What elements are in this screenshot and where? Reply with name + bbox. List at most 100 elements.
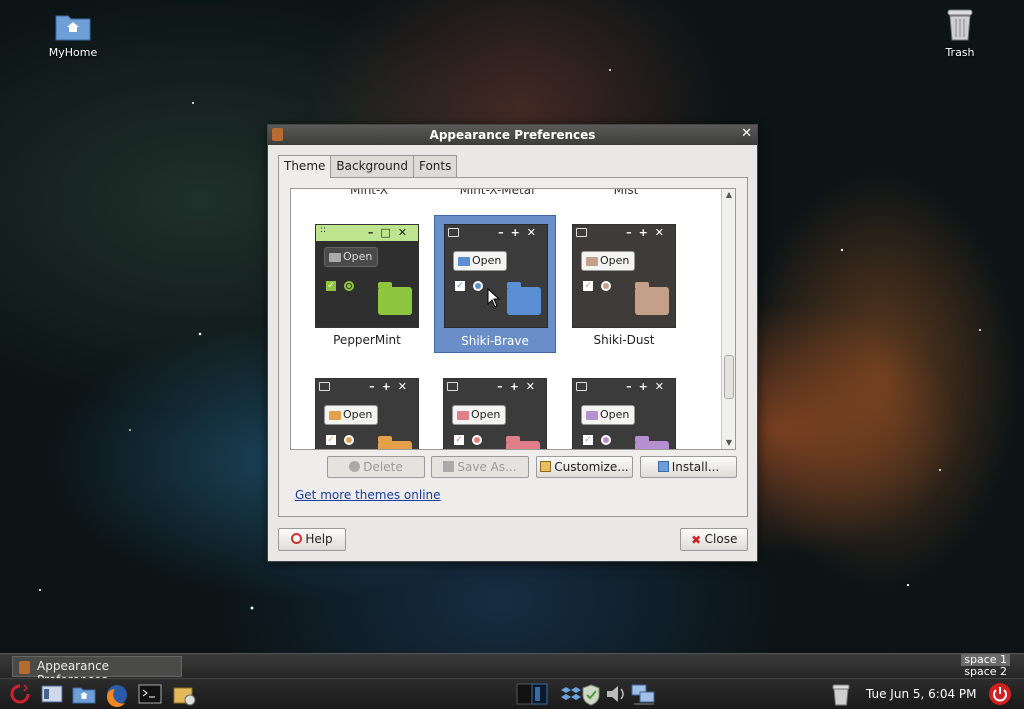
close-button[interactable]: ✖ Close: [680, 528, 748, 551]
clock[interactable]: Tue Jun 5, 6:04 PM: [866, 687, 977, 701]
preview-open-button: Open: [581, 405, 636, 425]
preview-open-button: Open: [453, 251, 508, 271]
theme-preview: :: –□✕ Open ✓: [315, 224, 419, 328]
theme-label-mist: Mist: [613, 189, 639, 197]
folder-icon: [586, 410, 598, 420]
check-icon: ✓: [583, 281, 593, 291]
window-titlebar[interactable]: Appearance Preferences ✕: [268, 125, 757, 145]
terminal-icon[interactable]: [138, 683, 162, 705]
preview-open-button: Open: [581, 251, 636, 271]
preview-titlebar: –+✕: [573, 225, 675, 241]
launcher-panel: Tue Jun 5, 6:04 PM: [0, 678, 1024, 709]
trash-icon[interactable]: [830, 683, 852, 707]
mouse-cursor-icon: [487, 288, 501, 308]
theme-name: Shiki-Dust: [593, 333, 655, 347]
power-icon[interactable]: [988, 682, 1012, 706]
theme-tile-lower-2[interactable]: –+✕ Open ✓: [434, 369, 556, 449]
home-folder-icon[interactable]: [72, 683, 96, 705]
theme-tile-lower-3[interactable]: –+✕ Open ✓: [563, 369, 685, 449]
delete-button[interactable]: Delete: [327, 456, 425, 478]
folder-icon: [635, 436, 669, 449]
folder-icon: [457, 410, 469, 420]
close-icon[interactable]: ✕: [741, 126, 752, 141]
radio-icon: [344, 281, 354, 291]
help-button[interactable]: Help: [278, 528, 346, 551]
check-icon: ✓: [326, 435, 336, 445]
desktop-icon-trash[interactable]: Trash: [925, 8, 995, 59]
theme-preview: –+✕ Open ✓: [572, 224, 676, 328]
delete-icon: [349, 461, 361, 472]
desktop-icon-label: Trash: [945, 46, 975, 59]
customize-button[interactable]: Customize...: [536, 456, 633, 478]
window-title: Appearance Preferences: [429, 128, 596, 142]
install-button[interactable]: Install...: [640, 456, 737, 478]
preview-titlebar: –+✕: [316, 379, 418, 395]
desktop-pager-icon[interactable]: [516, 683, 548, 705]
firefox-icon[interactable]: [104, 683, 130, 707]
theme-tile-lower-1[interactable]: –+✕ Open ✓: [306, 369, 428, 449]
preview-titlebar: –+✕: [445, 225, 547, 241]
update-shield-icon[interactable]: [580, 683, 602, 707]
edit-icon: [540, 461, 552, 472]
folder-icon: [657, 461, 669, 472]
check-icon: ✓: [583, 435, 593, 445]
radio-icon: [472, 435, 482, 445]
theme-list-scrollbar[interactable]: ▲ ▼: [721, 189, 735, 449]
theme-tile-shiki-brave[interactable]: –+✕ Open ✓ Shiki-Brave: [434, 215, 556, 353]
preview-titlebar: :: –□✕: [316, 225, 418, 241]
folder-icon: [378, 436, 412, 449]
save-as-button[interactable]: Save As...: [431, 456, 529, 478]
home-folder-icon: [55, 15, 91, 41]
scrollbar-thumb[interactable]: [724, 355, 734, 399]
taskbar-panel: Appearance Preferences space 1 space 2: [0, 653, 1024, 687]
tab-bar: Theme Background Fonts: [278, 155, 458, 178]
check-icon: ✓: [455, 281, 465, 291]
theme-list[interactable]: Mint-X Mint-X-Metal Mist :: –□✕ Open ✓ P…: [290, 188, 736, 450]
radio-icon: [601, 281, 611, 291]
appearance-preferences-window: Appearance Preferences ✕ Theme Backgroun…: [267, 124, 758, 562]
package-icon[interactable]: [172, 683, 198, 707]
tab-theme[interactable]: Theme: [278, 155, 332, 178]
scroll-up-icon[interactable]: ▲: [722, 189, 735, 201]
folder-icon: [586, 256, 598, 266]
dropbox-icon[interactable]: [560, 683, 582, 705]
workspace-switcher: space 1 space 2: [961, 654, 1010, 678]
theme-name: PepperMint: [333, 333, 401, 347]
radio-icon: [473, 281, 483, 291]
help-icon: [291, 533, 303, 544]
theme-preview: –+✕ Open ✓: [444, 224, 548, 328]
app-icon: [19, 661, 30, 674]
task-appearance-preferences[interactable]: Appearance Preferences: [12, 656, 182, 687]
folder-icon: [635, 282, 669, 315]
check-icon: ✓: [454, 435, 464, 445]
theme-tile-shiki-dust[interactable]: –+✕ Open ✓ Shiki-Dust: [563, 215, 685, 353]
workspace-2[interactable]: space 2: [961, 666, 1010, 678]
desktop-icon-label: MyHome: [48, 46, 98, 59]
scroll-down-icon[interactable]: ▼: [722, 437, 735, 449]
get-more-themes-link[interactable]: Get more themes online: [295, 488, 441, 502]
folder-icon: [378, 282, 412, 315]
radio-icon: [601, 435, 611, 445]
radio-icon: [344, 435, 354, 445]
close-icon: ✖: [691, 533, 702, 547]
theme-pane: Mint-X Mint-X-Metal Mist :: –□✕ Open ✓ P…: [278, 177, 748, 517]
volume-icon[interactable]: [604, 683, 628, 705]
preview-open-button: Open: [324, 405, 379, 425]
preview-open-button: Open: [324, 247, 379, 267]
tab-fonts[interactable]: Fonts: [412, 155, 458, 177]
folder-icon: [506, 436, 540, 449]
network-icon[interactable]: [630, 683, 658, 707]
preview-open-button: Open: [452, 405, 507, 425]
theme-preview: –+✕ Open ✓: [443, 378, 547, 449]
folder-icon: [329, 252, 341, 262]
theme-preview: –+✕ Open ✓: [572, 378, 676, 449]
tab-background[interactable]: Background: [330, 155, 414, 177]
theme-preview: –+✕ Open ✓: [315, 378, 419, 449]
show-desktop-icon[interactable]: [40, 683, 64, 705]
theme-tile-peppermint[interactable]: :: –□✕ Open ✓ PepperMint: [306, 215, 428, 353]
menu-swirl-icon[interactable]: [8, 683, 32, 705]
theme-label-mint-x: Mint-X: [350, 189, 388, 197]
folder-icon: [458, 256, 470, 266]
theme-name: Shiki-Brave: [461, 334, 529, 348]
desktop-icon-myhome[interactable]: MyHome: [38, 10, 108, 59]
